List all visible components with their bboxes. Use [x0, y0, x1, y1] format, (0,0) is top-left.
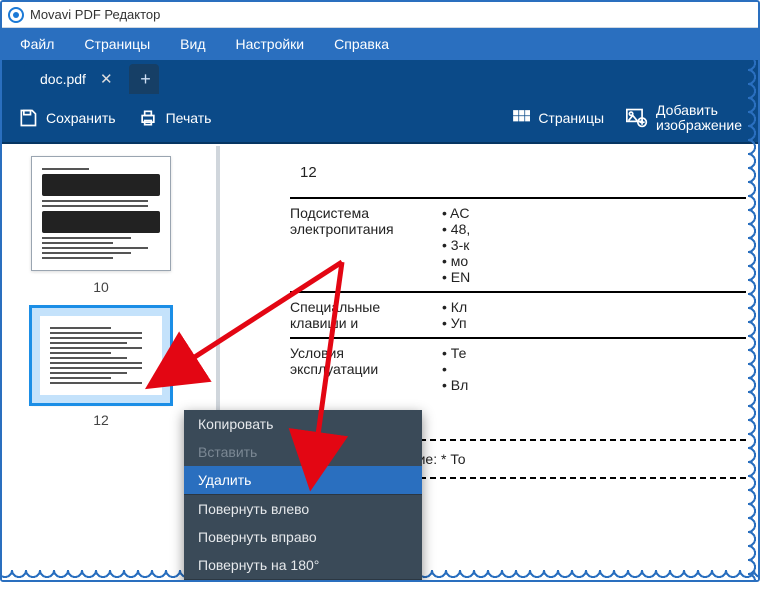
- spec-bullets: AC 48, 3-к мо EN: [442, 205, 470, 285]
- ctx-delete[interactable]: Удалить: [184, 466, 422, 494]
- menu-pages[interactable]: Страницы: [84, 36, 150, 52]
- tab-add-button[interactable]: +: [129, 64, 159, 94]
- save-label: Сохранить: [46, 110, 116, 126]
- plus-icon: +: [140, 69, 151, 90]
- add-image-button[interactable]: Добавить изображение: [626, 103, 742, 132]
- spec-row: Подсистема электропитания AC 48, 3-к мо …: [290, 205, 746, 285]
- spec-label: Подсистема электропитания: [290, 205, 430, 285]
- thumb-number: 12: [2, 412, 200, 428]
- ctx-copy[interactable]: Копировать: [184, 410, 422, 438]
- page-number: 12: [300, 164, 746, 181]
- menu-file[interactable]: Файл: [20, 36, 54, 52]
- tab-doc[interactable]: doc.pdf ✕: [24, 64, 125, 94]
- ctx-paste: Вставить: [184, 438, 422, 466]
- print-button[interactable]: Печать: [138, 108, 212, 128]
- spec-bullets: Те Вл: [442, 345, 468, 393]
- page-thumbnail-selected[interactable]: [31, 307, 171, 404]
- image-plus-icon: [626, 108, 648, 128]
- app-logo-icon: [8, 7, 24, 23]
- ctx-rotate-right[interactable]: Повернуть вправо: [184, 523, 422, 551]
- context-menu: Копировать Вставить Удалить Повернуть вл…: [184, 410, 422, 582]
- pages-label: Страницы: [538, 110, 604, 126]
- ctx-rotate-180[interactable]: Повернуть на 180°: [184, 551, 422, 579]
- spec-bullets: Кл Уп: [442, 299, 467, 331]
- menubar: Файл Страницы Вид Настройки Справка: [2, 28, 758, 60]
- spec-row: Специальные клавиши и Кл Уп: [290, 299, 746, 331]
- print-icon: [138, 108, 158, 128]
- save-button[interactable]: Сохранить: [18, 108, 116, 128]
- page-thumbnail[interactable]: [31, 156, 171, 271]
- titlebar: Movavi PDF Редактор: [2, 2, 758, 28]
- print-label: Печать: [166, 110, 212, 126]
- thumb-number: 10: [2, 279, 200, 295]
- tab-close-icon[interactable]: ✕: [100, 70, 113, 88]
- spec-label: Специальные клавиши и: [290, 299, 430, 331]
- toolbar: Сохранить Печать Страницы Добавить изобр…: [2, 94, 758, 144]
- menu-help[interactable]: Справка: [334, 36, 389, 52]
- window-title: Movavi PDF Редактор: [30, 7, 160, 22]
- app-window: Movavi PDF Редактор Файл Страницы Вид На…: [0, 0, 760, 582]
- menu-settings[interactable]: Настройки: [235, 36, 304, 52]
- decorative-edge: [748, 28, 760, 582]
- spec-row: Условия эксплуатации Те Вл: [290, 345, 746, 393]
- menu-view[interactable]: Вид: [180, 36, 205, 52]
- spec-label: Условия эксплуатации: [290, 345, 430, 393]
- grid-icon: [512, 109, 530, 127]
- add-image-label: Добавить изображение: [656, 103, 742, 132]
- ctx-rotate-left[interactable]: Повернуть влево: [184, 495, 422, 523]
- pages-button[interactable]: Страницы: [512, 109, 604, 127]
- save-icon: [18, 108, 38, 128]
- tab-label: doc.pdf: [40, 71, 86, 87]
- ctx-save-pdf[interactable]: Сохранить в PDF: [184, 580, 422, 582]
- tab-strip: doc.pdf ✕ +: [2, 60, 758, 94]
